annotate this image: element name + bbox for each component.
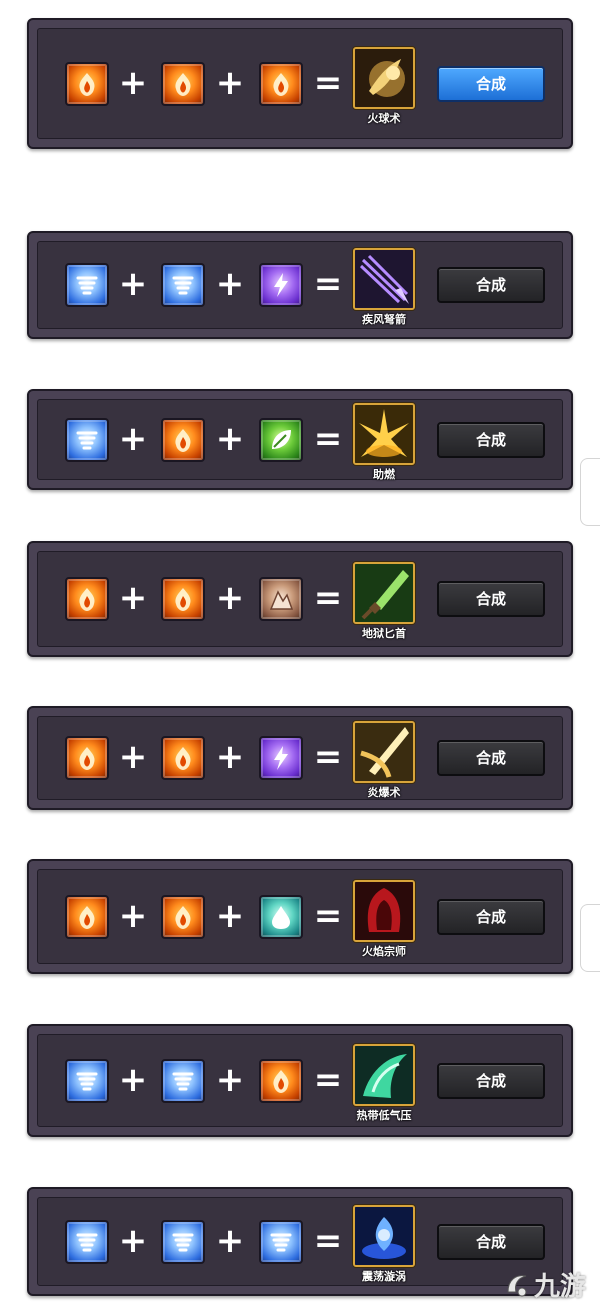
wind-element-icon[interactable] bbox=[161, 263, 205, 307]
fire-element-icon[interactable] bbox=[161, 577, 205, 621]
synthesize-button[interactable]: 合成 bbox=[437, 421, 545, 458]
result-name: 炎爆术 bbox=[367, 786, 401, 799]
result-name: 火球术 bbox=[367, 111, 401, 125]
plus-sign: + bbox=[215, 895, 245, 936]
equals-sign: = bbox=[313, 578, 343, 618]
fire-element-icon[interactable] bbox=[161, 61, 205, 106]
thunder-element-icon[interactable] bbox=[259, 263, 303, 307]
synthesize-button[interactable]: 合成 bbox=[437, 267, 545, 303]
recipe-row: + + = 助燃 合成 bbox=[27, 389, 573, 490]
recipe-row: + + = 火球术 合成 bbox=[27, 18, 573, 149]
plus-sign: + bbox=[215, 1220, 245, 1261]
fire-element-icon[interactable] bbox=[65, 61, 109, 106]
plus-sign: + bbox=[215, 418, 245, 459]
plus-sign: + bbox=[118, 62, 148, 103]
equals-sign: = bbox=[313, 895, 343, 936]
fire-element-icon[interactable] bbox=[161, 894, 205, 939]
blazing-burst-icon[interactable] bbox=[353, 721, 415, 783]
fire-element-icon[interactable] bbox=[65, 736, 109, 780]
plus-sign: + bbox=[118, 418, 148, 459]
result-name: 震荡漩涡 bbox=[362, 1269, 406, 1283]
synthesize-button[interactable]: 合成 bbox=[437, 898, 545, 935]
result-name: 热带低气压 bbox=[356, 1108, 412, 1122]
wind-element-icon[interactable] bbox=[65, 263, 109, 307]
wind-element-icon[interactable] bbox=[161, 1219, 205, 1264]
synthesize-button[interactable]: 合成 bbox=[437, 65, 545, 102]
wind-element-icon[interactable] bbox=[65, 1058, 109, 1103]
plus-sign: + bbox=[215, 737, 245, 777]
result-name: 地狱匕首 bbox=[362, 627, 406, 640]
nine-game-logo-icon bbox=[507, 1274, 527, 1296]
fireball-icon[interactable] bbox=[353, 46, 415, 109]
plus-sign: + bbox=[215, 578, 245, 618]
wind-element-icon[interactable] bbox=[65, 417, 109, 462]
result-name: 火焰宗师 bbox=[362, 944, 406, 958]
combustion-icon[interactable] bbox=[353, 402, 415, 465]
fire-element-icon[interactable] bbox=[161, 417, 205, 462]
fire-element-icon[interactable] bbox=[259, 1058, 303, 1103]
plus-sign: + bbox=[215, 1059, 245, 1100]
recipe-row: + + = 地狱匕首 合成 bbox=[27, 541, 573, 657]
equals-sign: = bbox=[313, 418, 343, 459]
recipe-row: + + = 疾风弩箭 合成 bbox=[27, 231, 573, 339]
side-scroll-tab[interactable] bbox=[580, 458, 600, 526]
synthesize-button[interactable]: 合成 bbox=[437, 1223, 545, 1260]
equals-sign: = bbox=[313, 737, 343, 777]
fire-element-icon[interactable] bbox=[65, 577, 109, 621]
recipe-row: + + = 炎爆术 合成 bbox=[27, 706, 573, 810]
watermark-text: 九游 bbox=[533, 1272, 586, 1302]
equals-sign: = bbox=[313, 1059, 343, 1100]
wind-element-icon[interactable] bbox=[259, 1219, 303, 1264]
plus-sign: + bbox=[118, 1059, 148, 1100]
plus-sign: + bbox=[118, 895, 148, 936]
plus-sign: + bbox=[118, 264, 148, 304]
side-scroll-tab[interactable] bbox=[580, 904, 600, 972]
equals-sign: = bbox=[313, 1220, 343, 1261]
fire-element-icon[interactable] bbox=[259, 61, 303, 106]
water-element-icon[interactable] bbox=[259, 894, 303, 939]
plus-sign: + bbox=[118, 737, 148, 777]
result-name: 疾风弩箭 bbox=[362, 313, 406, 326]
earth-element-icon[interactable] bbox=[259, 577, 303, 621]
nature-element-icon[interactable] bbox=[259, 417, 303, 462]
equals-sign: = bbox=[313, 264, 343, 304]
plus-sign: + bbox=[215, 62, 245, 103]
result-name: 助燃 bbox=[373, 467, 395, 481]
wind-element-icon[interactable] bbox=[161, 1058, 205, 1103]
fire-element-icon[interactable] bbox=[65, 894, 109, 939]
recipe-row: + + = 震荡漩涡 合成 bbox=[27, 1187, 573, 1296]
synthesize-button[interactable]: 合成 bbox=[437, 581, 545, 617]
tropical-depression-icon[interactable] bbox=[353, 1043, 415, 1106]
synthesize-button[interactable]: 合成 bbox=[437, 740, 545, 776]
plus-sign: + bbox=[215, 264, 245, 304]
fire-element-icon[interactable] bbox=[161, 736, 205, 780]
flame-master-icon[interactable] bbox=[353, 879, 415, 942]
recipe-row: + + = 火焰宗师 合成 bbox=[27, 859, 573, 974]
plus-sign: + bbox=[118, 578, 148, 618]
wind-element-icon[interactable] bbox=[65, 1219, 109, 1264]
thunder-element-icon[interactable] bbox=[259, 736, 303, 780]
shock-vortex-icon[interactable] bbox=[353, 1204, 415, 1267]
hell-dagger-icon[interactable] bbox=[353, 562, 415, 624]
watermark: 九游 bbox=[502, 1266, 586, 1303]
synthesize-button[interactable]: 合成 bbox=[437, 1062, 545, 1099]
gale-crossbow-icon[interactable] bbox=[353, 248, 415, 310]
equals-sign: = bbox=[313, 62, 343, 103]
plus-sign: + bbox=[118, 1220, 148, 1261]
recipe-row: + + = 热带低气压 合成 bbox=[27, 1024, 573, 1137]
